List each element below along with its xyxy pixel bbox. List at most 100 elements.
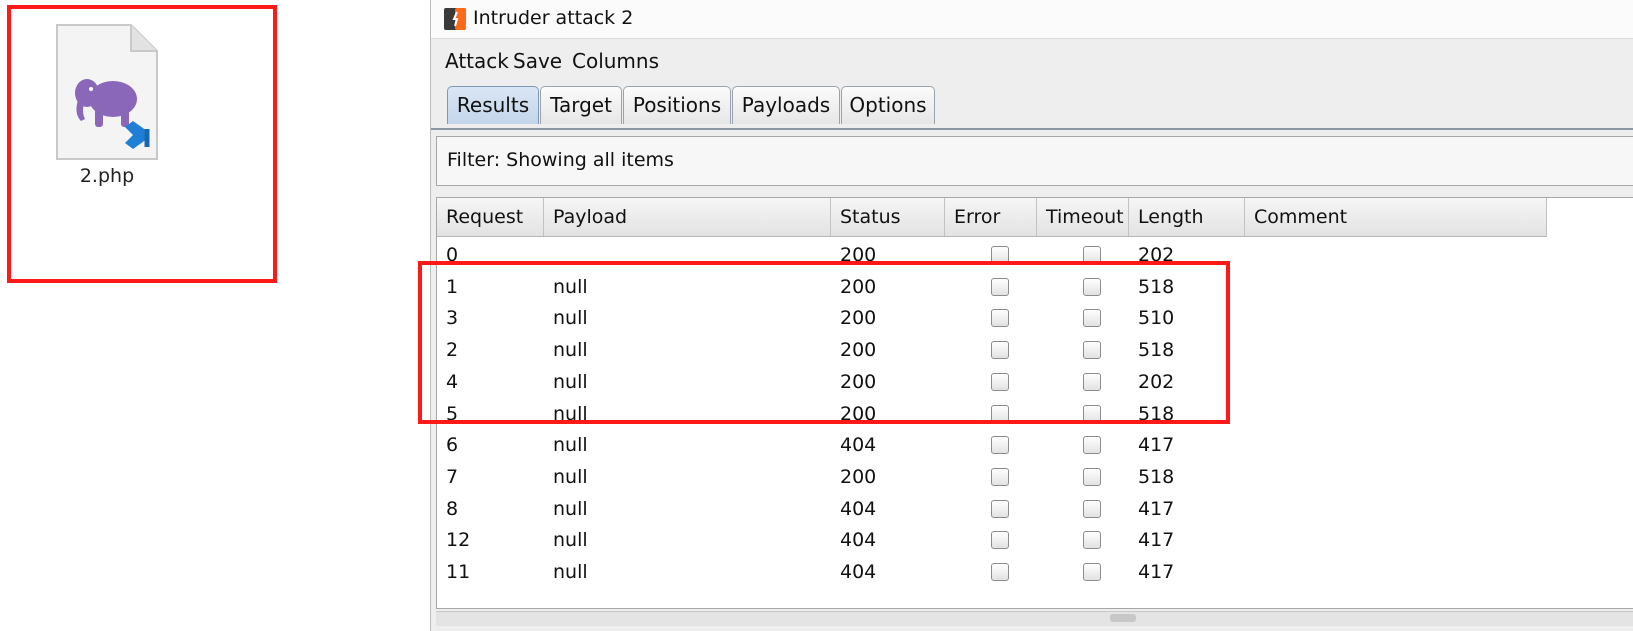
- timeout-checkbox[interactable]: [1083, 531, 1101, 550]
- cell-payload: null: [553, 497, 588, 520]
- table-row[interactable]: 6 null 404 417: [437, 429, 1547, 461]
- column-header-comment[interactable]: Comment: [1245, 198, 1547, 236]
- error-checkbox[interactable]: [991, 499, 1009, 518]
- cell-request: 11: [446, 561, 471, 583]
- burp-app-icon: [443, 7, 467, 31]
- table-row[interactable]: 0 200 202: [437, 239, 1547, 271]
- cell-payload: null: [553, 339, 588, 362]
- window-title: Intruder attack 2: [473, 7, 634, 29]
- cell-status: 200: [840, 370, 877, 393]
- cell-request: 8: [446, 497, 459, 520]
- cell-status: 200: [840, 339, 877, 362]
- tab-target[interactable]: Target: [540, 86, 622, 124]
- cell-comment: [1245, 524, 1254, 556]
- column-header-length[interactable]: Length: [1129, 198, 1245, 236]
- cell-length: 202: [1138, 244, 1175, 266]
- table-row[interactable]: 12 null 404 417: [437, 524, 1547, 556]
- cell-comment: [1245, 239, 1254, 271]
- timeout-checkbox[interactable]: [1083, 246, 1101, 264]
- menu-attack[interactable]: Attack: [445, 49, 509, 73]
- column-header-payload[interactable]: Payload: [544, 198, 831, 236]
- cell-request: 1: [446, 275, 459, 298]
- cell-payload: null: [553, 402, 588, 425]
- cell-status: 200: [840, 307, 877, 330]
- timeout-checkbox[interactable]: [1083, 277, 1101, 296]
- cell-request: 3: [446, 307, 459, 330]
- cell-request: 2: [446, 339, 459, 362]
- tab-options[interactable]: Options: [841, 86, 935, 124]
- timeout-checkbox[interactable]: [1083, 436, 1101, 455]
- error-checkbox[interactable]: [991, 563, 1009, 581]
- timeout-checkbox[interactable]: [1083, 467, 1101, 486]
- cell-length: 417: [1138, 497, 1175, 520]
- cell-comment: [1245, 556, 1254, 588]
- error-checkbox[interactable]: [991, 531, 1009, 550]
- timeout-checkbox[interactable]: [1083, 404, 1101, 423]
- timeout-checkbox[interactable]: [1083, 499, 1101, 518]
- timeout-checkbox[interactable]: [1083, 563, 1101, 581]
- error-checkbox[interactable]: [991, 246, 1009, 264]
- cell-length: 518: [1138, 275, 1175, 298]
- error-checkbox[interactable]: [991, 467, 1009, 486]
- cell-payload: null: [553, 561, 588, 583]
- timeout-checkbox[interactable]: [1083, 372, 1101, 391]
- cell-length: 518: [1138, 465, 1175, 488]
- highlighted-file-box: 2.php: [7, 5, 277, 283]
- tab-results[interactable]: Results: [447, 86, 539, 124]
- cell-status: 404: [840, 529, 877, 552]
- column-header-status[interactable]: Status: [831, 198, 945, 236]
- table-row[interactable]: 4 null 200 202: [437, 366, 1547, 398]
- table-row[interactable]: 3 null 200 510: [437, 302, 1547, 334]
- table-row[interactable]: 2 null 200 518: [437, 334, 1547, 366]
- table-header: Request Payload Status Error Timeout Len…: [437, 198, 1547, 237]
- error-checkbox[interactable]: [991, 404, 1009, 423]
- table-row[interactable]: 8 null 404 417: [437, 493, 1547, 525]
- error-checkbox[interactable]: [991, 436, 1009, 455]
- scrollbar-thumb[interactable]: [1110, 614, 1136, 622]
- cell-comment: [1245, 366, 1254, 398]
- cell-length: 510: [1138, 307, 1175, 330]
- table-row[interactable]: 5 null 200 518: [437, 398, 1547, 430]
- column-header-timeout[interactable]: Timeout: [1037, 198, 1129, 236]
- cell-comment: [1245, 334, 1254, 366]
- cell-status: 200: [840, 244, 877, 266]
- cell-length: 518: [1138, 339, 1175, 362]
- cell-request: 7: [446, 465, 459, 488]
- timeout-checkbox[interactable]: [1083, 341, 1101, 360]
- cell-payload: null: [553, 434, 588, 457]
- php-file-icon[interactable]: [55, 23, 159, 163]
- cell-length: 202: [1138, 370, 1175, 393]
- cell-status: 200: [840, 465, 877, 488]
- menu-save[interactable]: Save: [513, 49, 562, 73]
- column-header-request[interactable]: Request: [437, 198, 544, 236]
- menu-columns[interactable]: Columns: [572, 49, 659, 73]
- error-checkbox[interactable]: [991, 341, 1009, 360]
- cell-length: 518: [1138, 402, 1175, 425]
- cell-comment: [1245, 461, 1254, 493]
- cell-request: 4: [446, 370, 459, 393]
- filter-text: Filter: Showing all items: [447, 149, 674, 171]
- error-checkbox[interactable]: [991, 372, 1009, 391]
- tab-positions[interactable]: Positions: [623, 86, 731, 124]
- error-checkbox[interactable]: [991, 309, 1009, 328]
- table-row[interactable]: 1 null 200 518: [437, 271, 1547, 303]
- cell-payload: null: [553, 275, 588, 298]
- cell-payload: null: [553, 529, 588, 552]
- error-checkbox[interactable]: [991, 277, 1009, 296]
- menu-bar: Attack Save Columns: [431, 38, 1633, 81]
- file-name-label: 2.php: [79, 165, 135, 187]
- timeout-checkbox[interactable]: [1083, 309, 1101, 328]
- table-row[interactable]: 7 null 200 518: [437, 461, 1547, 493]
- column-header-error[interactable]: Error: [945, 198, 1037, 236]
- filter-bar[interactable]: Filter: Showing all items: [436, 136, 1633, 186]
- cell-payload: null: [553, 370, 588, 393]
- cell-comment: [1245, 493, 1254, 525]
- title-bar: Intruder attack 2: [431, 0, 1633, 38]
- cell-length: 417: [1138, 529, 1175, 552]
- cell-comment: [1245, 429, 1254, 461]
- table-row[interactable]: 11 null 404 417: [437, 556, 1547, 588]
- cell-status: 404: [840, 497, 877, 520]
- cell-request: 12: [446, 529, 471, 552]
- tab-payloads[interactable]: Payloads: [732, 86, 840, 124]
- horizontal-scrollbar[interactable]: [436, 611, 1633, 626]
